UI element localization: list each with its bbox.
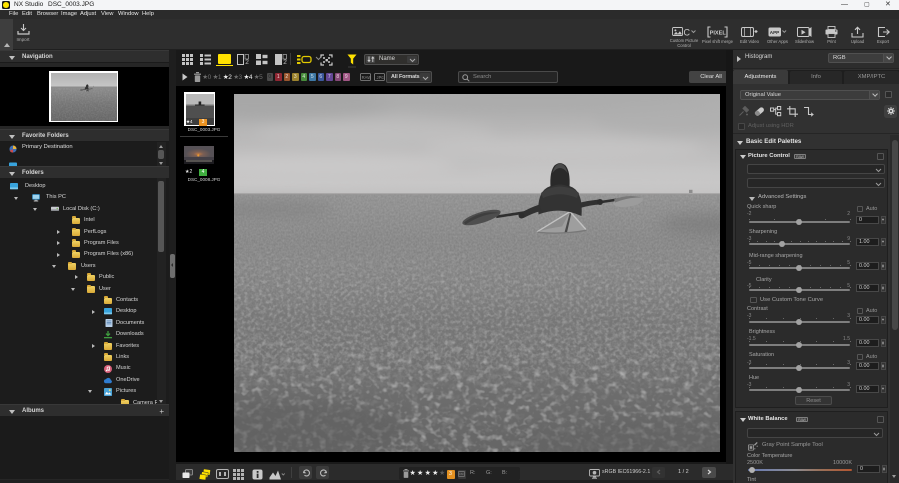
svg-text:2: 2 — [245, 59, 249, 65]
svg-text:CM: CM — [459, 472, 464, 476]
svg-text:APP: APP — [769, 30, 778, 35]
svg-text:C: C — [684, 28, 691, 38]
svg-text:JPG: JPG — [376, 77, 384, 81]
svg-text:PIXEL: PIXEL — [710, 31, 727, 37]
svg-text:2: 2 — [283, 59, 287, 65]
svg-text:RAW: RAW — [362, 75, 371, 80]
